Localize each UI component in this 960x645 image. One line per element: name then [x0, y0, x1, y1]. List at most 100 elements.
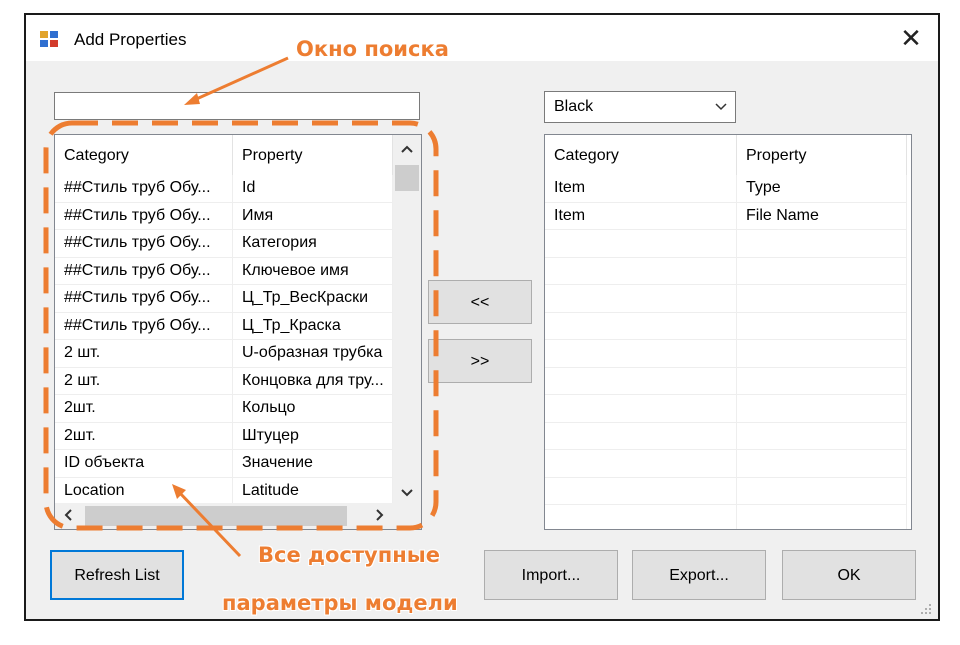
table-row[interactable]	[545, 395, 907, 423]
title-bar: Add Properties ✕	[26, 15, 938, 61]
column-header-category[interactable]: Category	[55, 135, 233, 175]
cell-category: ##Стиль труб Обу...	[55, 202, 233, 229]
cell-category	[545, 395, 737, 422]
table-row[interactable]	[545, 257, 907, 285]
cell-category	[545, 450, 737, 477]
params-annotation-label-2: параметры модели	[222, 591, 458, 615]
vertical-scroll-thumb[interactable]	[395, 165, 419, 191]
refresh-list-button[interactable]: Refresh List	[50, 550, 184, 600]
cell-property	[737, 505, 907, 529]
scroll-up-icon[interactable]	[393, 139, 421, 159]
table-row[interactable]: ##Стиль труб Обу... Ц_Тр_ВесКраски	[55, 285, 393, 313]
import-button[interactable]: Import...	[484, 550, 618, 600]
cell-property: Штуцер	[233, 422, 393, 449]
cell-category	[545, 477, 737, 504]
table-row[interactable]: ##Стиль труб Обу... Ключевое имя	[55, 257, 393, 285]
preset-dropdown[interactable]: Black	[544, 91, 736, 123]
cell-property: Type	[737, 175, 907, 202]
export-button[interactable]: Export...	[632, 550, 766, 600]
column-header-property[interactable]: Property	[233, 135, 393, 175]
remove-selected-button[interactable]: <<	[428, 280, 532, 324]
table-row[interactable]: ##Стиль труб Обу... Категория	[55, 230, 393, 258]
horizontal-scrollbar[interactable]	[55, 503, 421, 529]
cell-category	[545, 422, 737, 449]
left-list-header: Category Property	[55, 135, 393, 175]
horizontal-scroll-thumb[interactable]	[85, 506, 347, 526]
table-row[interactable]	[545, 230, 907, 258]
scroll-right-icon[interactable]	[373, 506, 385, 524]
cell-property	[737, 367, 907, 394]
cell-property: Кольцо	[233, 395, 393, 422]
cell-category: ID объекта	[55, 450, 233, 477]
table-row[interactable]: 2шт. Кольцо	[55, 395, 393, 423]
table-row[interactable]: 2шт. Штуцер	[55, 422, 393, 450]
cell-property	[737, 395, 907, 422]
cell-category: Item	[545, 175, 737, 202]
scroll-down-icon[interactable]	[393, 483, 421, 503]
table-row[interactable]	[545, 477, 907, 505]
cell-category	[545, 312, 737, 339]
table-row[interactable]	[545, 450, 907, 478]
params-annotation-label-1: Все доступные	[258, 543, 440, 567]
cell-property	[737, 230, 907, 257]
table-row[interactable]: 2 шт. U-образная трубка	[55, 340, 393, 368]
available-properties-list[interactable]: Category Property ##Стиль труб Обу... Id #…	[54, 134, 422, 530]
table-row[interactable]: ##Стиль труб Обу... Id	[55, 175, 393, 203]
vertical-scrollbar[interactable]	[393, 135, 421, 505]
resize-grip-icon[interactable]	[920, 603, 932, 615]
cell-property	[737, 340, 907, 367]
cell-property: Ц_Тр_ВесКраски	[233, 285, 393, 312]
add-selected-button[interactable]: >>	[428, 339, 532, 383]
table-row[interactable]	[545, 312, 907, 340]
cell-category	[545, 230, 737, 257]
cell-category: Item	[545, 202, 737, 229]
selected-properties-list[interactable]: Category Property Item Type Item File Name	[544, 134, 912, 530]
cell-property	[737, 477, 907, 504]
window-title: Add Properties	[74, 30, 187, 49]
chevron-down-icon[interactable]	[715, 100, 727, 112]
cell-property	[737, 285, 907, 312]
table-row[interactable]: ID объекта Значение	[55, 450, 393, 478]
right-list-rows: Item Type Item File Name	[545, 175, 907, 529]
table-row[interactable]	[545, 285, 907, 313]
cell-category: 2шт.	[55, 395, 233, 422]
cell-category	[545, 505, 737, 529]
app-icon	[40, 31, 58, 47]
scroll-left-icon[interactable]	[63, 506, 75, 524]
ok-button[interactable]: OK	[782, 550, 916, 600]
cell-category: 2шт.	[55, 422, 233, 449]
cell-category: 2 шт.	[55, 340, 233, 367]
close-icon[interactable]: ✕	[896, 23, 926, 53]
column-header-category[interactable]: Category	[545, 135, 737, 175]
table-row[interactable]	[545, 367, 907, 395]
table-row[interactable]	[545, 340, 907, 368]
table-row[interactable]	[545, 505, 907, 529]
cell-property: Latitude	[233, 477, 393, 504]
cell-property	[737, 450, 907, 477]
column-header-property[interactable]: Property	[737, 135, 907, 175]
add-properties-dialog: Add Properties ✕ Category Property ##Сти…	[24, 13, 940, 621]
cell-property: U-образная трубка	[233, 340, 393, 367]
cell-category: Location	[55, 477, 233, 504]
table-row[interactable]: ##Стиль труб Обу... Имя	[55, 202, 393, 230]
cell-property	[737, 257, 907, 284]
cell-property: Концовка для тру...	[233, 367, 393, 394]
table-row[interactable]: Item Type	[545, 175, 907, 203]
cell-category: ##Стиль труб Обу...	[55, 175, 233, 202]
cell-property: Категория	[233, 230, 393, 257]
cell-property	[737, 312, 907, 339]
cell-category	[545, 285, 737, 312]
table-row[interactable]: Location Latitude	[55, 477, 393, 505]
table-row[interactable]: 2 шт. Концовка для тру...	[55, 367, 393, 395]
left-list-rows: ##Стиль труб Обу... Id ##Стиль труб Обу...…	[55, 175, 393, 505]
cell-property: Ключевое имя	[233, 257, 393, 284]
cell-category: 2 шт.	[55, 367, 233, 394]
cell-category	[545, 340, 737, 367]
table-row[interactable]: Item File Name	[545, 202, 907, 230]
search-input[interactable]	[54, 92, 420, 120]
table-row[interactable]: ##Стиль труб Обу... Ц_Тр_Краска	[55, 312, 393, 340]
cell-category: ##Стиль труб Обу...	[55, 230, 233, 257]
preset-dropdown-value: Black	[554, 98, 594, 115]
table-row[interactable]	[545, 422, 907, 450]
cell-category	[545, 257, 737, 284]
